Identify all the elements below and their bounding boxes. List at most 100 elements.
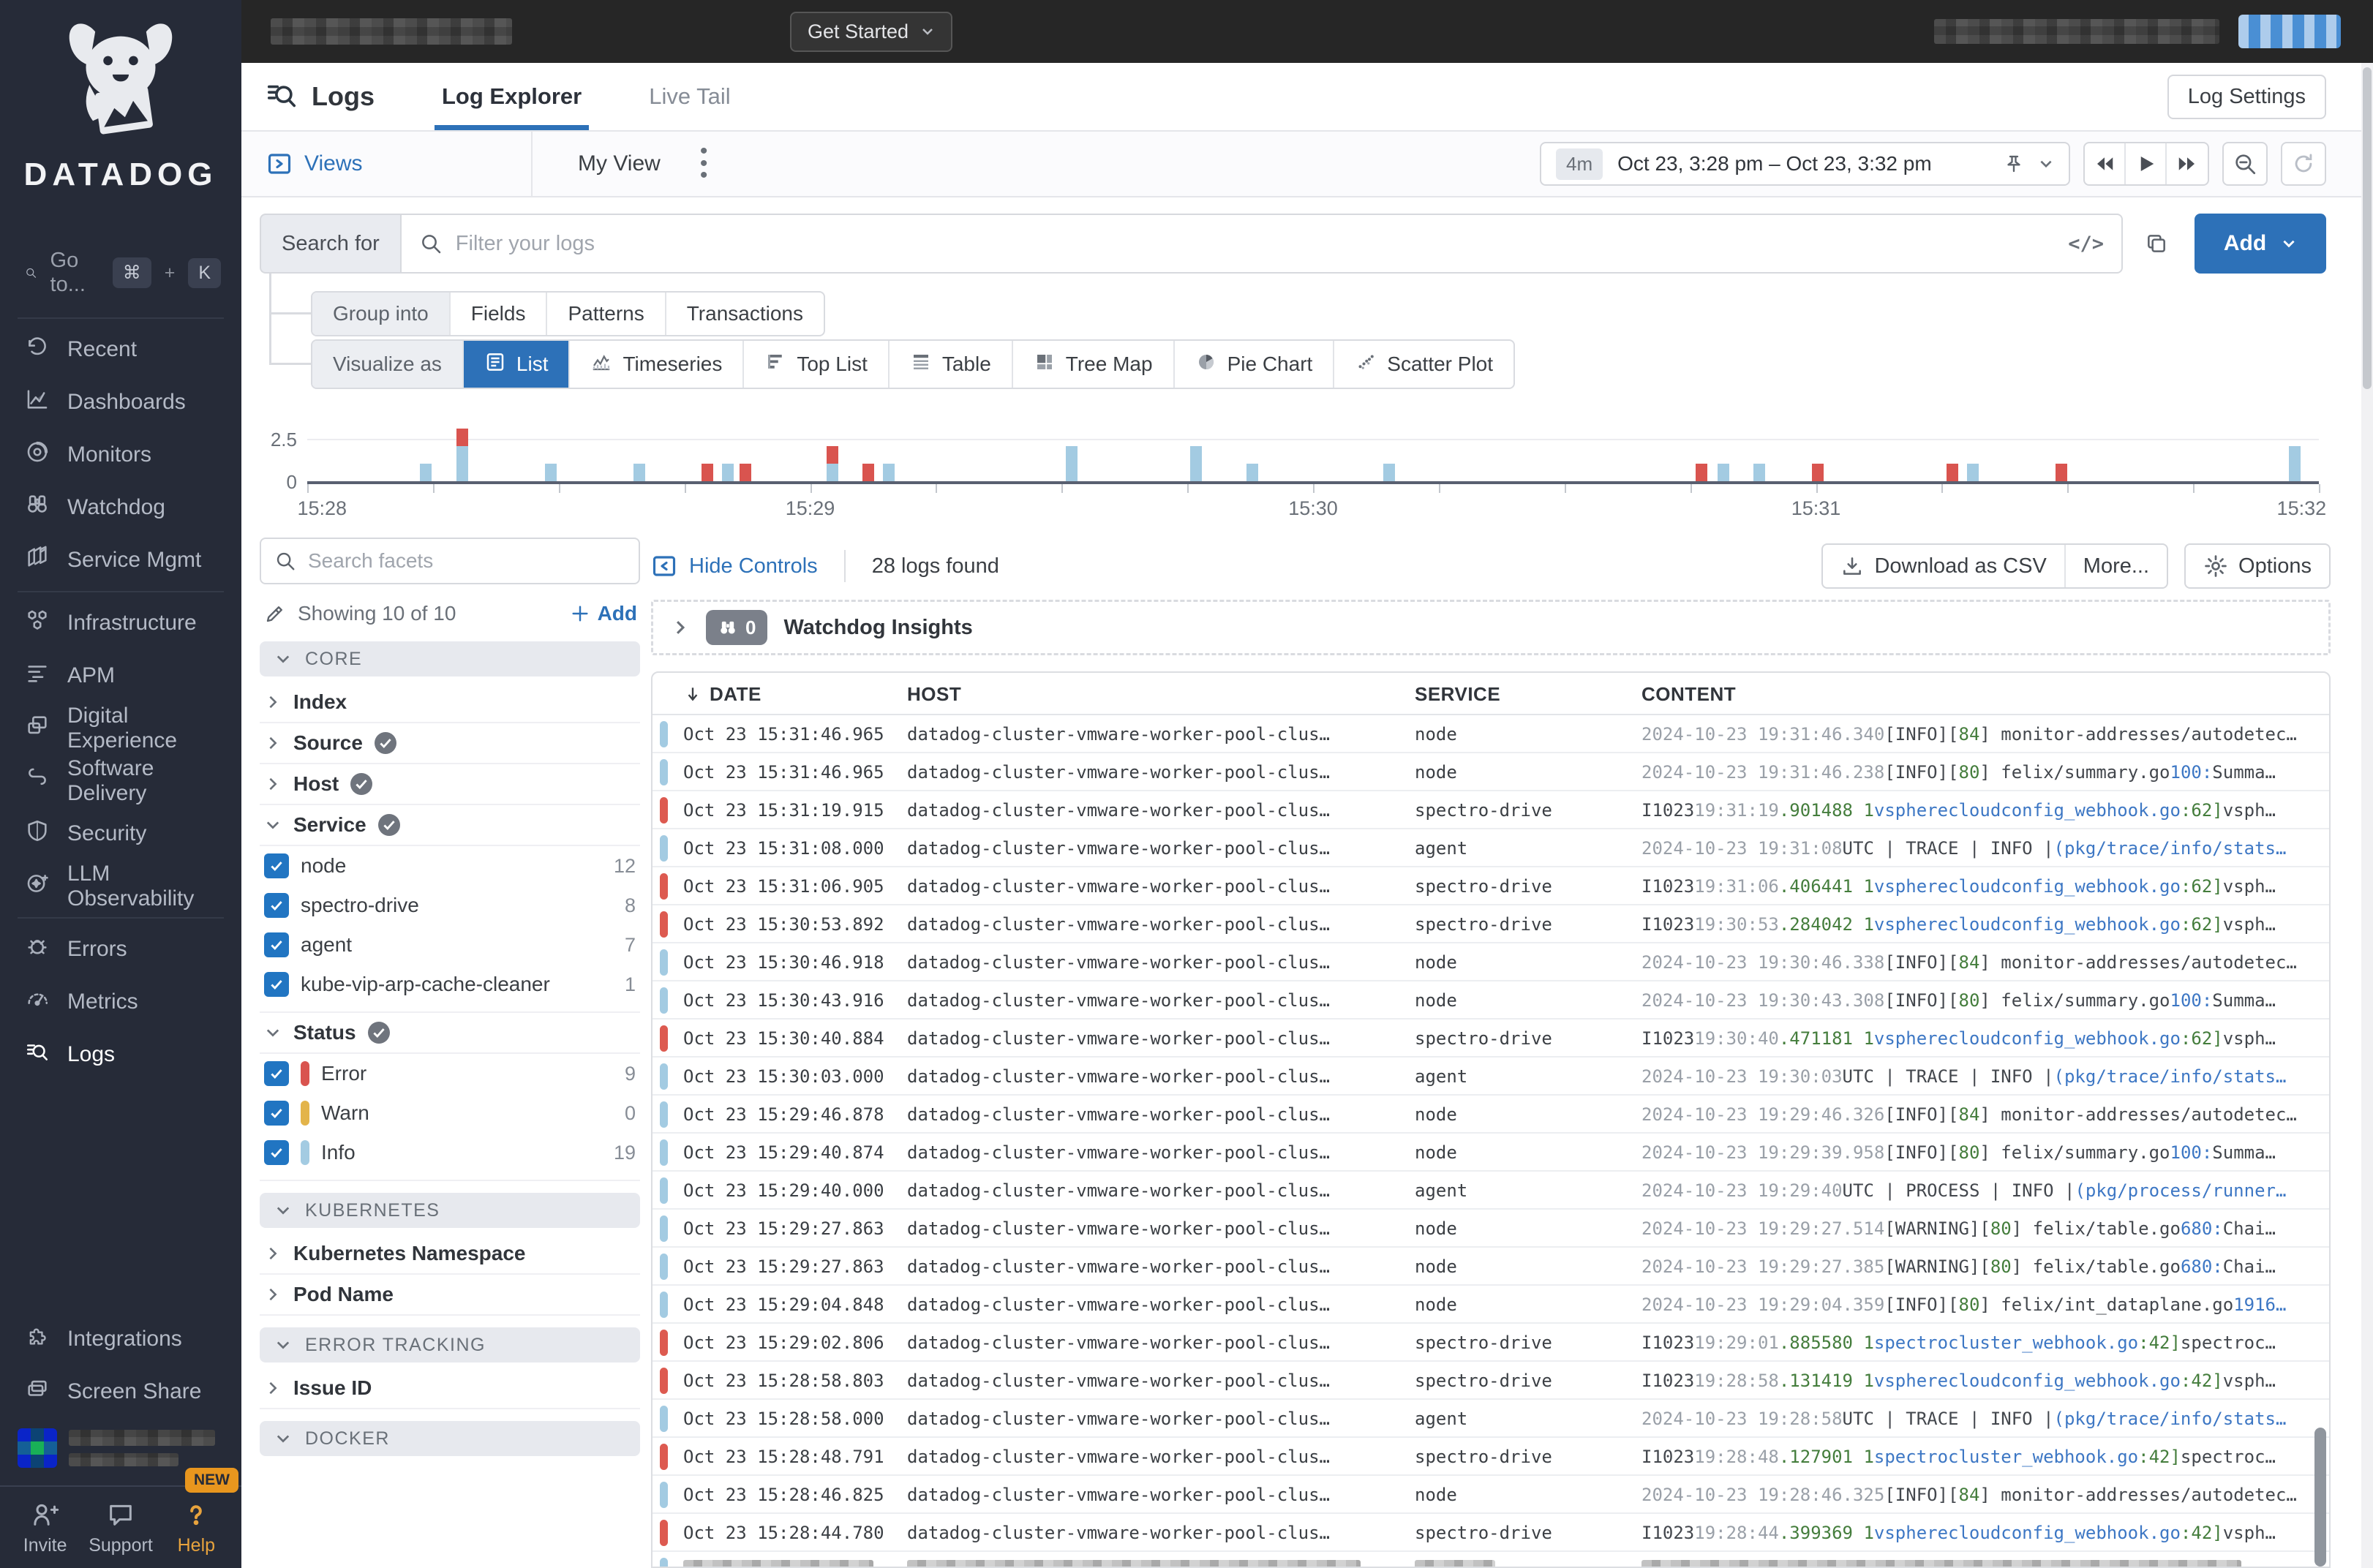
add-button[interactable]: Add	[2195, 214, 2326, 274]
table-row[interactable]: Oct 23 15:29:40.874 datadog-cluster-vmwar…	[653, 1134, 2329, 1172]
download-csv-button[interactable]: Download as CSV	[1823, 545, 2066, 587]
facet-source[interactable]: Source	[260, 723, 640, 764]
fast-forward-button[interactable]	[2167, 143, 2208, 184]
table-row[interactable]: Oct 23 15:29:46.878 datadog-cluster-vmwar…	[653, 1096, 2329, 1134]
chart-bar[interactable]	[1947, 464, 1959, 481]
more-button[interactable]: More...	[2066, 545, 2167, 587]
table-row[interactable]: Oct 23 15:31:19.915 datadog-cluster-vmwar…	[653, 791, 2329, 829]
checkbox-checked[interactable]	[264, 1140, 289, 1165]
sidebar-item-integrations[interactable]: Integrations	[0, 1313, 241, 1365]
chart-bar[interactable]	[702, 464, 713, 481]
table-row[interactable]: Oct 23 15:31:46.965 datadog-cluster-vmwar…	[653, 753, 2329, 791]
sidebar-item-screen-share[interactable]: Screen Share	[0, 1365, 241, 1418]
viz-option-scatter-plot[interactable]: Scatter Plot	[1334, 341, 1513, 388]
facet-value-info[interactable]: Info 19	[260, 1133, 640, 1172]
chart-bar[interactable]	[1695, 464, 1707, 481]
table-row[interactable]: Oct 23 15:28:58.000 datadog-cluster-vmwar…	[653, 1400, 2329, 1438]
column-date[interactable]: DATE	[683, 673, 761, 715]
group-option-transactions[interactable]: Transactions	[666, 293, 824, 335]
add-facet-button[interactable]: Add	[570, 602, 637, 625]
facet-pod-name[interactable]: Pod Name	[260, 1275, 640, 1316]
facet-service[interactable]: Service	[260, 805, 640, 846]
help-button[interactable]: NEW Help	[159, 1468, 238, 1556]
sidebar-item-infrastructure[interactable]: Infrastructure	[0, 597, 241, 649]
table-scrollbar-thumb[interactable]	[2314, 1428, 2326, 1567]
chart-bar[interactable]	[721, 464, 734, 481]
column-host[interactable]: HOST	[907, 673, 961, 715]
facet-kubernetes-namespace[interactable]: Kubernetes Namespace	[260, 1234, 640, 1275]
checkbox-checked[interactable]	[264, 853, 289, 878]
code-view-icon[interactable]: </>	[2068, 233, 2104, 255]
play-button[interactable]	[2126, 143, 2167, 184]
viz-option-list[interactable]: List	[463, 341, 571, 388]
sidebar-item-software-delivery[interactable]: Software Delivery	[0, 755, 241, 807]
checkbox-checked[interactable]	[264, 972, 289, 997]
hide-controls-button[interactable]: Hide Controls	[651, 553, 818, 579]
log-volume-chart[interactable]: 2.5 0 15:28 15:29 15:30 15:31 15:32	[241, 410, 2373, 525]
facet-value-spectro-drive[interactable]: spectro-drive 8	[260, 886, 640, 925]
options-button[interactable]: Options	[2184, 543, 2331, 589]
facet-issue-id[interactable]: Issue ID	[260, 1368, 640, 1409]
sidebar-item-errors[interactable]: Errors	[0, 923, 241, 976]
table-row[interactable]: Oct 23 15:29:27.863 datadog-cluster-vmwar…	[653, 1210, 2329, 1248]
facet-value-error[interactable]: Error 9	[260, 1054, 640, 1093]
support-button[interactable]: Support	[83, 1500, 158, 1556]
page-scrollbar[interactable]	[2361, 63, 2373, 1568]
chart-bar[interactable]	[420, 464, 432, 481]
rewind-button[interactable]	[2085, 143, 2126, 184]
sidebar-item-service-mgmt[interactable]: Service Mgmt	[0, 534, 241, 587]
goto-search[interactable]: Go to... ⌘ + K	[0, 234, 241, 313]
sidebar-item-metrics[interactable]: Metrics	[0, 976, 241, 1028]
checkbox-checked[interactable]	[264, 1101, 289, 1126]
chart-bar[interactable]	[882, 464, 895, 481]
table-row[interactable]: Oct 23 15:29:27.863 datadog-cluster-vmwar…	[653, 1248, 2329, 1286]
sidebar-item-apm[interactable]: APM	[0, 649, 241, 702]
group-option-patterns[interactable]: Patterns	[547, 293, 666, 335]
facet-host[interactable]: Host	[260, 764, 640, 805]
chart-bar[interactable]	[862, 464, 874, 481]
facet-value-warn[interactable]: Warn 0	[260, 1093, 640, 1133]
view-kebab-menu[interactable]: • • •	[700, 140, 708, 186]
refresh-button[interactable]	[2281, 142, 2326, 186]
chevron-down-icon[interactable]	[2038, 156, 2054, 172]
chart-bar[interactable]	[1246, 464, 1259, 481]
watchdog-insights-row[interactable]: 0 Watchdog Insights	[651, 600, 2331, 655]
viz-option-table[interactable]: Table	[890, 341, 1013, 388]
column-content[interactable]: CONTENT	[1641, 673, 1736, 715]
view-name[interactable]: My View	[578, 151, 661, 176]
chart-bar[interactable]	[1812, 464, 1824, 481]
chart-bar[interactable]	[826, 446, 838, 481]
sidebar-item-logs[interactable]: Logs	[0, 1028, 241, 1081]
facet-search-input[interactable]	[308, 549, 625, 573]
log-settings-button[interactable]: Log Settings	[2167, 74, 2326, 119]
table-row[interactable]: Oct 23 15:28:48.791 datadog-cluster-vmwar…	[653, 1438, 2329, 1476]
group-option-fields[interactable]: Fields	[451, 293, 548, 335]
sidebar-item-monitors[interactable]: Monitors	[0, 429, 241, 481]
table-row[interactable]: Oct 23 15:30:46.918 datadog-cluster-vmwar…	[653, 943, 2329, 981]
zoom-out-button[interactable]	[2222, 142, 2268, 186]
tab-log-explorer[interactable]: Log Explorer	[434, 63, 590, 130]
column-service[interactable]: SERVICE	[1415, 673, 1500, 715]
checkbox-checked[interactable]	[264, 893, 289, 918]
edit-pencil-icon[interactable]	[264, 603, 286, 625]
search-input[interactable]	[455, 231, 2056, 256]
table-row[interactable]: Oct 23 15:29:40.000 datadog-cluster-vmwar…	[653, 1172, 2329, 1210]
chart-bar[interactable]	[1383, 464, 1396, 481]
sidebar-item-security[interactable]: Security	[0, 807, 241, 860]
facet-section-kubernetes[interactable]: KUBERNETES	[260, 1193, 640, 1228]
facet-value-agent[interactable]: agent 7	[260, 925, 640, 965]
table-row[interactable]: Oct 23 15:31:46.965 datadog-cluster-vmwar…	[653, 715, 2329, 753]
facet-value-node[interactable]: node 12	[260, 846, 640, 886]
chart-bar[interactable]	[2055, 464, 2067, 481]
table-row[interactable]: Oct 23 15:30:40.884 datadog-cluster-vmwar…	[653, 1019, 2329, 1058]
table-row[interactable]: Oct 23 15:30:03.000 datadog-cluster-vmwar…	[653, 1058, 2329, 1096]
table-row[interactable]: Oct 23 15:31:08.000 datadog-cluster-vmwar…	[653, 829, 2329, 867]
chart-bar[interactable]	[1717, 464, 1729, 481]
get-started-button[interactable]: Get Started	[790, 11, 953, 52]
chart-bar[interactable]	[740, 464, 752, 481]
redacted-upgrade-button[interactable]	[2238, 15, 2341, 48]
checkbox-checked[interactable]	[264, 932, 289, 957]
table-row[interactable]	[653, 1552, 2329, 1567]
tab-live-tail[interactable]: Live Tail	[649, 63, 730, 130]
page-scrollbar-thumb[interactable]	[2363, 67, 2372, 389]
